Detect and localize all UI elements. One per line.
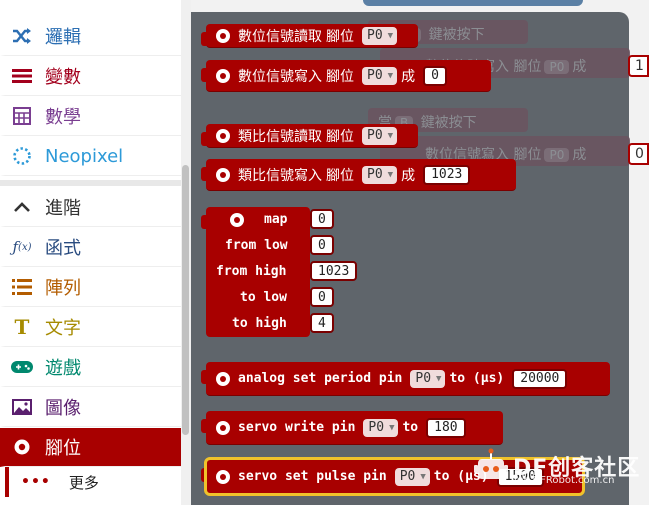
block-label: 數位信號寫入 bbox=[238, 68, 322, 85]
block-digital-read[interactable]: 數位信號讀取 腳位 P0 ▼ bbox=[201, 24, 418, 48]
pin-label: 腳位 bbox=[326, 167, 354, 184]
array-list-icon bbox=[5, 278, 39, 296]
more-dots-icon: ••• bbox=[21, 474, 51, 490]
category-variables[interactable]: 變數 bbox=[0, 57, 181, 96]
category-label: 腳位 bbox=[45, 438, 81, 459]
block-servo-write[interactable]: servo write pin P0 ▼ to 180 bbox=[201, 411, 503, 445]
gear-icon bbox=[216, 68, 230, 83]
bg-value-field: 1 bbox=[628, 55, 649, 77]
category-text[interactable]: T 文字 bbox=[0, 308, 181, 347]
gear-icon bbox=[216, 28, 230, 43]
dropdown-arrow-icon: ▼ bbox=[387, 130, 394, 141]
block-label: analog set period pin bbox=[238, 371, 403, 386]
bg-value-field: 0 bbox=[628, 143, 649, 165]
to-low-label: to low bbox=[240, 290, 287, 305]
category-logic[interactable]: 邏輯 bbox=[0, 17, 181, 56]
gear-icon bbox=[216, 420, 230, 435]
map-label: map bbox=[264, 212, 288, 227]
list-lines-icon bbox=[5, 68, 39, 84]
from-low-label: from low bbox=[225, 238, 288, 253]
pin-dropdown[interactable]: P0 ▼ bbox=[362, 126, 398, 145]
function-icon: ƒ (x) bbox=[12, 238, 32, 256]
category-more[interactable]: ••• 更多 bbox=[5, 467, 181, 497]
to-low-input[interactable]: 0 bbox=[310, 287, 334, 307]
category-label: 進階 bbox=[45, 198, 81, 219]
gear-icon bbox=[216, 167, 230, 182]
to-label: to (µs) bbox=[449, 371, 505, 386]
to-high-input[interactable]: 4 bbox=[310, 313, 334, 333]
from-high-input[interactable]: 1023 bbox=[310, 261, 358, 281]
block-label: 類比信號寫入 bbox=[238, 167, 322, 184]
category-label: 數學 bbox=[45, 107, 81, 128]
pin-label: 腳位 bbox=[326, 28, 354, 45]
dropdown-arrow-icon: ▼ bbox=[387, 70, 394, 81]
watermark: DF创客社区 mc.DFRobot.com.cn bbox=[460, 445, 649, 505]
map-value-input[interactable]: 0 bbox=[310, 209, 334, 229]
category-label: 遊戲 bbox=[45, 358, 81, 379]
gear-icon bbox=[230, 213, 244, 227]
block-analog-read[interactable]: 類比信號讀取 腳位 P0 ▼ bbox=[201, 124, 418, 148]
text-icon: T bbox=[14, 315, 30, 339]
image-icon bbox=[5, 399, 39, 415]
value-input[interactable]: 180 bbox=[426, 417, 466, 438]
category-label: 函式 bbox=[45, 238, 81, 259]
pin-label: 腳位 bbox=[326, 68, 354, 85]
category-label: 圖像 bbox=[45, 398, 81, 419]
dropdown-arrow-icon: ▼ bbox=[387, 30, 394, 41]
category-label: 變數 bbox=[45, 67, 81, 88]
pin-dropdown[interactable]: P0 ▼ bbox=[362, 165, 398, 184]
to-high-label: to high bbox=[232, 316, 287, 331]
category-label: 邏輯 bbox=[45, 27, 81, 48]
from-low-input[interactable]: 0 bbox=[310, 235, 334, 255]
neopixel-ring-icon bbox=[5, 146, 39, 166]
value-input[interactable]: 0 bbox=[423, 65, 447, 86]
to-label: 成 bbox=[401, 68, 416, 85]
dropdown-arrow-icon: ▼ bbox=[387, 169, 394, 180]
value-input[interactable]: 1023 bbox=[423, 164, 471, 185]
watermark-url: mc.DFRobot.com.cn bbox=[514, 475, 615, 486]
pin-dropdown[interactable]: P0 ▼ bbox=[410, 369, 446, 388]
workspace-top-bar bbox=[363, 0, 583, 6]
value-input[interactable]: 20000 bbox=[512, 368, 568, 389]
category-images[interactable]: 圖像 bbox=[0, 388, 181, 427]
category-label: Neopixel bbox=[45, 145, 124, 167]
category-label: 陣列 bbox=[45, 278, 81, 299]
category-arrays[interactable]: 陣列 bbox=[0, 268, 181, 307]
pin-dropdown[interactable]: P0 ▼ bbox=[363, 418, 399, 437]
category-functions[interactable]: ƒ (x) 函式 bbox=[0, 228, 181, 267]
pin-dropdown[interactable]: P0 ▼ bbox=[362, 26, 398, 45]
from-high-label: from high bbox=[216, 264, 287, 279]
gamepad-icon bbox=[5, 360, 39, 374]
gear-icon bbox=[216, 128, 230, 143]
dropdown-arrow-icon: ▼ bbox=[436, 373, 442, 384]
category-game[interactable]: 遊戲 bbox=[0, 348, 181, 387]
block-digital-write[interactable]: 數位信號寫入 腳位 P0 ▼ 成 0 bbox=[201, 60, 491, 92]
to-label: 成 bbox=[401, 167, 416, 184]
category-neopixel[interactable]: Neopixel bbox=[0, 137, 181, 176]
pin-dropdown[interactable]: P0 ▼ bbox=[362, 66, 398, 85]
toolbox: 邏輯 變數 數學 Neopixel 進階 ƒ (x) 函式 陣列 T 文字 遊戲… bbox=[0, 0, 191, 505]
category-math[interactable]: 數學 bbox=[0, 97, 181, 136]
dropdown-arrow-icon: ▼ bbox=[389, 422, 395, 433]
block-label: servo write pin bbox=[238, 420, 356, 435]
pin-label: 腳位 bbox=[326, 128, 354, 145]
shuffle-icon bbox=[5, 27, 39, 45]
toolbox-scrollbar-thumb[interactable] bbox=[182, 165, 189, 435]
pin-icon bbox=[5, 438, 39, 456]
block-label: 數位信號讀取 bbox=[238, 28, 322, 45]
category-pins[interactable]: 腳位 bbox=[0, 428, 181, 467]
category-advanced[interactable]: 進階 bbox=[0, 188, 181, 227]
category-label: 文字 bbox=[45, 318, 81, 339]
block-analog-write[interactable]: 類比信號寫入 腳位 P0 ▼ 成 1023 bbox=[201, 159, 516, 191]
toolbox-divider bbox=[0, 180, 181, 186]
block-label: 類比信號讀取 bbox=[238, 128, 322, 145]
robot-logo-icon bbox=[474, 448, 508, 479]
gear-icon bbox=[216, 371, 230, 386]
calculator-icon bbox=[5, 107, 39, 125]
chevron-up-icon bbox=[5, 201, 39, 213]
category-label: 更多 bbox=[68, 473, 99, 492]
block-analog-set-period[interactable]: analog set period pin P0 ▼ to (µs) 20000 bbox=[201, 362, 610, 396]
to-label: to bbox=[402, 420, 419, 435]
